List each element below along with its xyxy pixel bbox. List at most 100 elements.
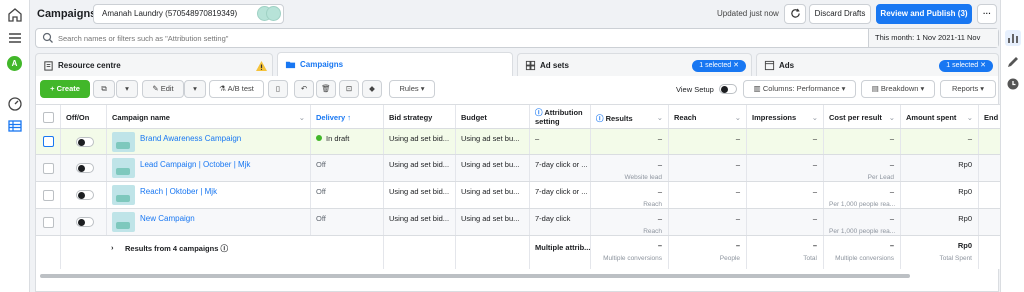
column-header-budget[interactable]: Budget bbox=[456, 105, 530, 128]
selected-count-label: 1 selected bbox=[699, 62, 732, 69]
column-label: Cost per result bbox=[829, 113, 882, 122]
column-header-end[interactable]: End bbox=[979, 105, 1000, 128]
summary-unit: Total Spent bbox=[939, 255, 972, 262]
discard-drafts-button[interactable]: Discard Drafts bbox=[809, 4, 871, 24]
dashboard-gauge-icon[interactable] bbox=[7, 96, 23, 112]
table-row[interactable]: Lead Campaign | October | Mjk Off Using … bbox=[36, 155, 1000, 182]
account-selector[interactable]: Amanah Laundry (570548970819349) ▾ bbox=[93, 4, 284, 24]
campaign-name-link[interactable]: New Campaign bbox=[140, 214, 195, 223]
campaign-thumbnail bbox=[112, 185, 135, 205]
summary-value: – bbox=[812, 241, 817, 250]
impressions-cell: – bbox=[747, 155, 824, 181]
select-all-checkbox[interactable] bbox=[43, 112, 54, 123]
summary-unit: Multiple conversions bbox=[603, 255, 662, 262]
reach-cell: – bbox=[669, 209, 747, 235]
tab-campaigns[interactable]: Campaigns bbox=[277, 52, 513, 78]
chevron-down-icon: ▾ bbox=[193, 84, 197, 93]
delete-draft-button[interactable]: ▯ bbox=[268, 80, 288, 98]
row-checkbox[interactable] bbox=[43, 163, 54, 174]
column-header-bid-strategy[interactable]: Bid strategy bbox=[384, 105, 456, 128]
sort-icon: ⌄ bbox=[734, 113, 741, 122]
column-header-impressions[interactable]: Impressions ⌄ bbox=[747, 105, 824, 128]
campaign-toggle[interactable] bbox=[76, 217, 94, 227]
view-setup-toggle[interactable] bbox=[719, 84, 737, 94]
amount-spent-cell: Rp0 bbox=[901, 182, 979, 208]
breakdown-dropdown[interactable]: ▤ Breakdown ▾ bbox=[861, 80, 935, 98]
budget-cell: Using ad set bu... bbox=[456, 209, 530, 235]
row-checkbox[interactable] bbox=[43, 217, 54, 228]
preview-icon: ⊡ bbox=[345, 84, 353, 93]
column-header-attribution-setting[interactable]: ⓘ Attribution setting bbox=[530, 105, 591, 128]
table-row[interactable]: Reach | Oktober | Mjk Off Using ad set b… bbox=[36, 182, 1000, 209]
tab-ads[interactable]: Ads 1 selected ✕ bbox=[756, 53, 999, 77]
tab-resource-centre[interactable]: Resource centre bbox=[35, 53, 273, 77]
cost-value: – bbox=[889, 187, 894, 196]
undo-button[interactable]: ↶ bbox=[294, 80, 314, 98]
reach-cell: – bbox=[669, 155, 747, 181]
campaign-name-link[interactable]: Brand Awareness Campaign bbox=[140, 134, 241, 143]
bid-strategy-cell: Using ad set bid... bbox=[384, 209, 456, 235]
row-checkbox[interactable] bbox=[43, 136, 54, 147]
search-input[interactable] bbox=[58, 30, 618, 46]
ab-test-label: A/B test bbox=[227, 84, 254, 93]
history-clock-icon[interactable] bbox=[1005, 76, 1021, 92]
impressions-cell: – bbox=[747, 209, 824, 235]
close-icon[interactable]: ✕ bbox=[980, 62, 986, 69]
duplicate-dropdown-button[interactable]: ▾ bbox=[116, 80, 138, 98]
campaign-toggle[interactable] bbox=[76, 190, 94, 200]
tag-icon: ◆ bbox=[369, 84, 375, 93]
refresh-button[interactable] bbox=[784, 4, 806, 24]
tag-button[interactable]: ◆ bbox=[362, 80, 382, 98]
column-header-amount-spent[interactable]: Amount spent ⌄ bbox=[901, 105, 979, 128]
column-header-results[interactable]: ⓘ Results ⌄ bbox=[591, 105, 669, 128]
delete-button[interactable]: 🗑 bbox=[316, 80, 336, 98]
rules-dropdown[interactable]: Rules ▾ bbox=[389, 80, 435, 98]
edit-dropdown-button[interactable]: ▾ bbox=[184, 80, 206, 98]
tab-ad-sets[interactable]: Ad sets 1 selected ✕ bbox=[517, 53, 752, 77]
home-icon[interactable] bbox=[7, 7, 23, 23]
edit-button[interactable]: ✎ Edit bbox=[142, 80, 184, 98]
preview-button[interactable]: ⊡ bbox=[339, 80, 359, 98]
close-icon[interactable]: ✕ bbox=[733, 62, 739, 69]
chevron-right-icon: › bbox=[111, 243, 114, 252]
sort-icon: ⌄ bbox=[966, 113, 973, 122]
table-row[interactable]: Brand Awareness Campaign In draft Using … bbox=[36, 129, 1000, 155]
horizontal-scrollbar[interactable] bbox=[40, 274, 910, 278]
column-header-cost-per-result[interactable]: Cost per result ⌄ bbox=[824, 105, 901, 128]
selected-count-badge[interactable]: 1 selected ✕ bbox=[692, 60, 746, 72]
edit-label: Edit bbox=[160, 84, 174, 93]
create-button[interactable]: + Create bbox=[40, 80, 90, 98]
summary-reach: – People bbox=[669, 236, 747, 269]
column-header-campaign-name[interactable]: Campaign name ⌄ bbox=[107, 105, 311, 128]
campaign-thumbnail bbox=[112, 132, 135, 152]
cost-per-result-cell: – Per Lead bbox=[824, 155, 901, 181]
impressions-cell: – bbox=[747, 129, 824, 154]
duplicate-button[interactable]: ⧉ bbox=[93, 80, 115, 98]
columns-dropdown[interactable]: ▥ Columns: Performance ▾ bbox=[743, 80, 856, 98]
date-range-picker[interactable]: This month: 1 Nov 2021-11 Nov 2021 ▾ bbox=[868, 29, 998, 60]
pencil-icon[interactable] bbox=[1005, 54, 1021, 70]
sort-icon: ⌄ bbox=[298, 113, 305, 122]
more-options-button[interactable]: ··· bbox=[977, 4, 997, 24]
selected-count-badge[interactable]: 1 selected ✕ bbox=[939, 60, 993, 72]
review-publish-button[interactable]: Review and Publish (3) bbox=[876, 4, 972, 24]
reports-dropdown[interactable]: Reports ▾ bbox=[940, 80, 996, 98]
column-header-reach[interactable]: Reach ⌄ bbox=[669, 105, 747, 128]
campaign-name-link[interactable]: Reach | Oktober | Mjk bbox=[140, 187, 217, 196]
campaign-toggle[interactable] bbox=[76, 163, 94, 173]
avatar[interactable]: A bbox=[7, 56, 22, 71]
campaign-toggle[interactable] bbox=[76, 137, 94, 147]
column-label: Campaign name bbox=[112, 113, 170, 122]
campaign-name-link[interactable]: Lead Campaign | October | Mjk bbox=[140, 160, 250, 169]
summary-label[interactable]: › Results from 4 campaigns ⓘ bbox=[61, 236, 384, 269]
cost-per-result-cell: – Per 1,000 people rea... bbox=[824, 182, 901, 208]
ab-test-button[interactable]: ⚗ A/B test bbox=[209, 80, 264, 98]
row-checkbox[interactable] bbox=[43, 190, 54, 201]
ads-manager-grid-icon[interactable] bbox=[7, 118, 23, 134]
column-header-off-on[interactable]: Off/On bbox=[61, 105, 107, 128]
bar-chart-icon[interactable] bbox=[1005, 30, 1021, 46]
menu-icon[interactable] bbox=[7, 30, 23, 46]
column-label: Results bbox=[605, 114, 633, 123]
table-row[interactable]: New Campaign Off Using ad set bid... Usi… bbox=[36, 209, 1000, 236]
column-header-delivery[interactable]: Delivery ↑ bbox=[311, 105, 384, 128]
